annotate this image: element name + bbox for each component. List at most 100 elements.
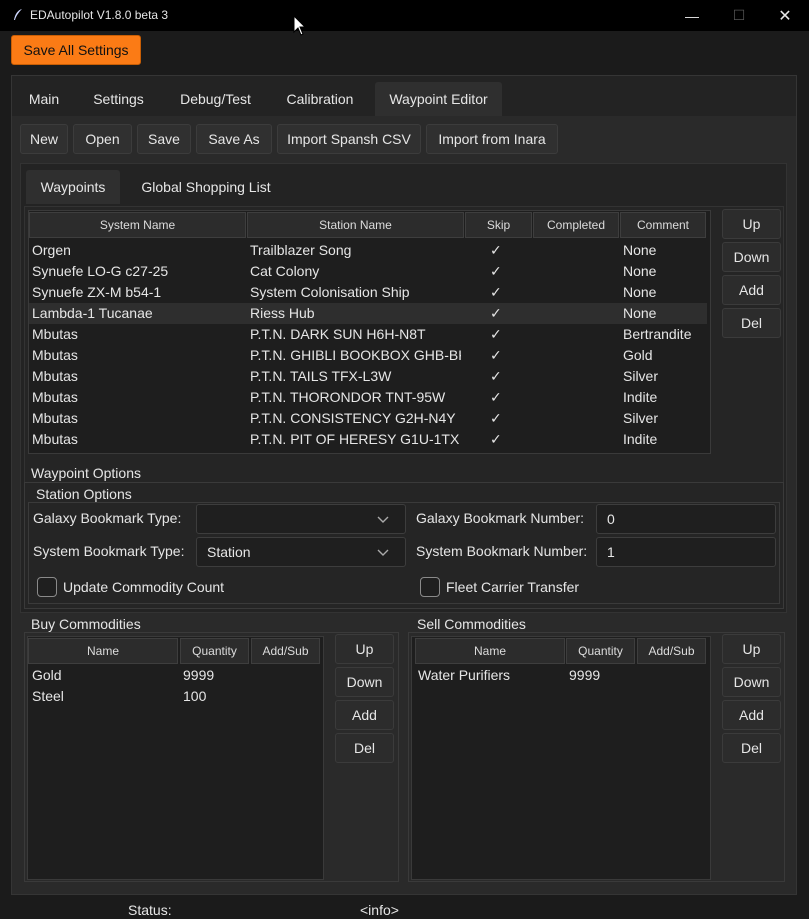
cell-station: Trailblazer Song	[250, 242, 352, 258]
buy-column-header-quantity[interactable]: Quantity	[180, 638, 249, 664]
cell-comment: Silver	[623, 368, 659, 384]
cell-station: P.T.N. DARK SUN H6H-N8T	[250, 326, 426, 342]
tab-debug-test[interactable]: Debug/Test	[166, 82, 265, 116]
system-bookmark-type-select[interactable]: Station	[196, 537, 406, 567]
galaxy-bookmark-type-label: Galaxy Bookmark Type:	[33, 510, 182, 526]
cell-station: Riess Hub	[250, 305, 315, 321]
cell-comment: Gold	[623, 347, 653, 363]
cell-station: P.T.N. THORONDOR TNT-95W	[250, 389, 446, 405]
tab-settings[interactable]: Settings	[80, 82, 157, 116]
sell-rows: Water Purifiers 9999	[414, 665, 709, 686]
station-options-label: Station Options	[34, 486, 134, 502]
waypoint-down-button[interactable]: Down	[722, 242, 781, 272]
cell-quantity: 9999	[183, 667, 215, 683]
table-row[interactable]: Synuefe LO-G c27-25 Cat Colony ✓ None	[29, 261, 707, 282]
cell-station: System Colonisation Ship	[250, 284, 410, 300]
buy-rows: Gold 9999 Steel 100	[28, 665, 323, 707]
maximize-button[interactable]: ☐	[716, 0, 762, 31]
column-header-station-name[interactable]: Station Name	[247, 212, 464, 238]
cell-skip: ✓	[490, 389, 502, 405]
system-bookmark-number-value: 1	[607, 544, 615, 560]
open-button[interactable]: Open	[73, 124, 132, 154]
cell-system: Mbutas	[32, 389, 78, 405]
save-as-button[interactable]: Save As	[196, 124, 272, 154]
table-row[interactable]: Mbutas P.T.N. CONSISTENCY G2H-N4Y ✓ Silver	[29, 408, 707, 429]
column-header-comment[interactable]: Comment	[620, 212, 706, 238]
cell-station: P.T.N. GHIBLI BOOKBOX GHB-BK	[250, 347, 461, 363]
update-commodity-count-checkbox[interactable]	[37, 577, 57, 597]
sell-column-header-quantity[interactable]: Quantity	[566, 638, 635, 664]
column-header-completed[interactable]: Completed	[533, 212, 619, 238]
fleet-carrier-transfer-checkbox[interactable]	[420, 577, 440, 597]
table-row[interactable]: Steel 100	[28, 686, 323, 707]
cell-skip: ✓	[490, 305, 502, 321]
subtab-global-shopping-list[interactable]: Global Shopping List	[128, 170, 284, 204]
new-button[interactable]: New	[20, 124, 68, 154]
table-row[interactable]: Mbutas P.T.N. TAILS TFX-L3W ✓ Silver	[29, 366, 707, 387]
table-row[interactable]: Mbutas P.T.N. GHIBLI BOOKBOX GHB-BK ✓ Gold	[29, 345, 707, 366]
sell-commodities-label: Sell Commodities	[415, 616, 528, 632]
cell-skip: ✓	[490, 263, 502, 279]
cell-skip: ✓	[490, 326, 502, 342]
column-header-skip[interactable]: Skip	[465, 212, 532, 238]
waypoints-rows: Orgen Trailblazer Song ✓ None Synuefe LO-G c…	[29, 240, 707, 450]
buy-up-button[interactable]: Up	[335, 634, 394, 664]
column-header-system-name[interactable]: System Name	[29, 212, 246, 238]
table-row[interactable]: Lambda-1 Tucanae Riess Hub ✓ None	[29, 303, 707, 324]
galaxy-bookmark-type-select[interactable]	[196, 504, 406, 534]
cell-system: Synuefe ZX-M b54-1	[32, 284, 162, 300]
sell-down-button[interactable]: Down	[722, 667, 781, 697]
cell-system: Mbutas	[32, 368, 78, 384]
table-row[interactable]: Synuefe ZX-M b54-1 System Colonisation Sh…	[29, 282, 707, 303]
table-row[interactable]: Gold 9999	[28, 665, 323, 686]
cell-comment: None	[623, 263, 657, 279]
tab-waypoint-editor[interactable]: Waypoint Editor	[375, 82, 502, 116]
chevron-down-icon	[377, 516, 389, 523]
tab-calibration[interactable]: Calibration	[274, 82, 366, 116]
import-from-inara-button[interactable]: Import from Inara	[426, 124, 558, 154]
galaxy-bookmark-number-input[interactable]: 0	[596, 504, 776, 534]
save-all-settings-button[interactable]: Save All Settings	[11, 35, 141, 65]
sell-column-header-addsub[interactable]: Add/Sub	[637, 638, 706, 664]
sell-add-button[interactable]: Add	[722, 700, 781, 730]
buy-column-header-addsub[interactable]: Add/Sub	[251, 638, 320, 664]
subtab-waypoints[interactable]: Waypoints	[26, 170, 120, 204]
waypoint-add-button[interactable]: Add	[722, 275, 781, 305]
buy-column-header-name[interactable]: Name	[28, 638, 178, 664]
close-button[interactable]: ✕	[762, 0, 808, 31]
app-feather-icon	[14, 9, 22, 20]
tab-main[interactable]: Main	[18, 82, 70, 116]
table-row[interactable]: Mbutas P.T.N. PIT OF HERESY G1U-1TX ✓ Indit…	[29, 429, 707, 450]
system-bookmark-number-input[interactable]: 1	[596, 537, 776, 567]
buy-add-button[interactable]: Add	[335, 700, 394, 730]
minimize-button[interactable]: —	[669, 0, 715, 31]
cell-skip: ✓	[490, 284, 502, 300]
buy-down-button[interactable]: Down	[335, 667, 394, 697]
cell-system: Orgen	[32, 242, 71, 258]
sell-column-header-name[interactable]: Name	[415, 638, 565, 664]
table-row[interactable]: Mbutas P.T.N. DARK SUN H6H-N8T ✓ Bertrandit…	[29, 324, 707, 345]
cell-system: Lambda-1 Tucanae	[32, 305, 153, 321]
mouse-cursor-icon	[293, 15, 307, 36]
buy-del-button[interactable]: Del	[335, 733, 394, 763]
cell-comment: Silver	[623, 410, 659, 426]
save-button[interactable]: Save	[137, 124, 191, 154]
cell-comment: Indite	[623, 389, 658, 405]
cell-comment: None	[623, 284, 657, 300]
waypoint-up-button[interactable]: Up	[722, 209, 781, 239]
table-row[interactable]: Orgen Trailblazer Song ✓ None	[29, 240, 707, 261]
table-row[interactable]: Mbutas P.T.N. THORONDOR TNT-95W ✓ Indite	[29, 387, 707, 408]
cell-name: Steel	[32, 688, 64, 704]
cell-system: Mbutas	[32, 326, 78, 342]
status-value: <info>	[360, 902, 399, 918]
minimize-icon: —	[685, 7, 699, 24]
cell-comment: None	[623, 305, 657, 321]
waypoint-del-button[interactable]: Del	[722, 308, 781, 338]
sell-del-button[interactable]: Del	[722, 733, 781, 763]
table-row[interactable]: Water Purifiers 9999	[414, 665, 709, 686]
sell-up-button[interactable]: Up	[722, 634, 781, 664]
cell-system: Mbutas	[32, 431, 78, 447]
cell-station: P.T.N. CONSISTENCY G2H-N4Y	[250, 410, 456, 426]
fleet-carrier-transfer-label: Fleet Carrier Transfer	[446, 579, 580, 595]
import-spansh-csv-button[interactable]: Import Spansh CSV	[277, 124, 421, 154]
